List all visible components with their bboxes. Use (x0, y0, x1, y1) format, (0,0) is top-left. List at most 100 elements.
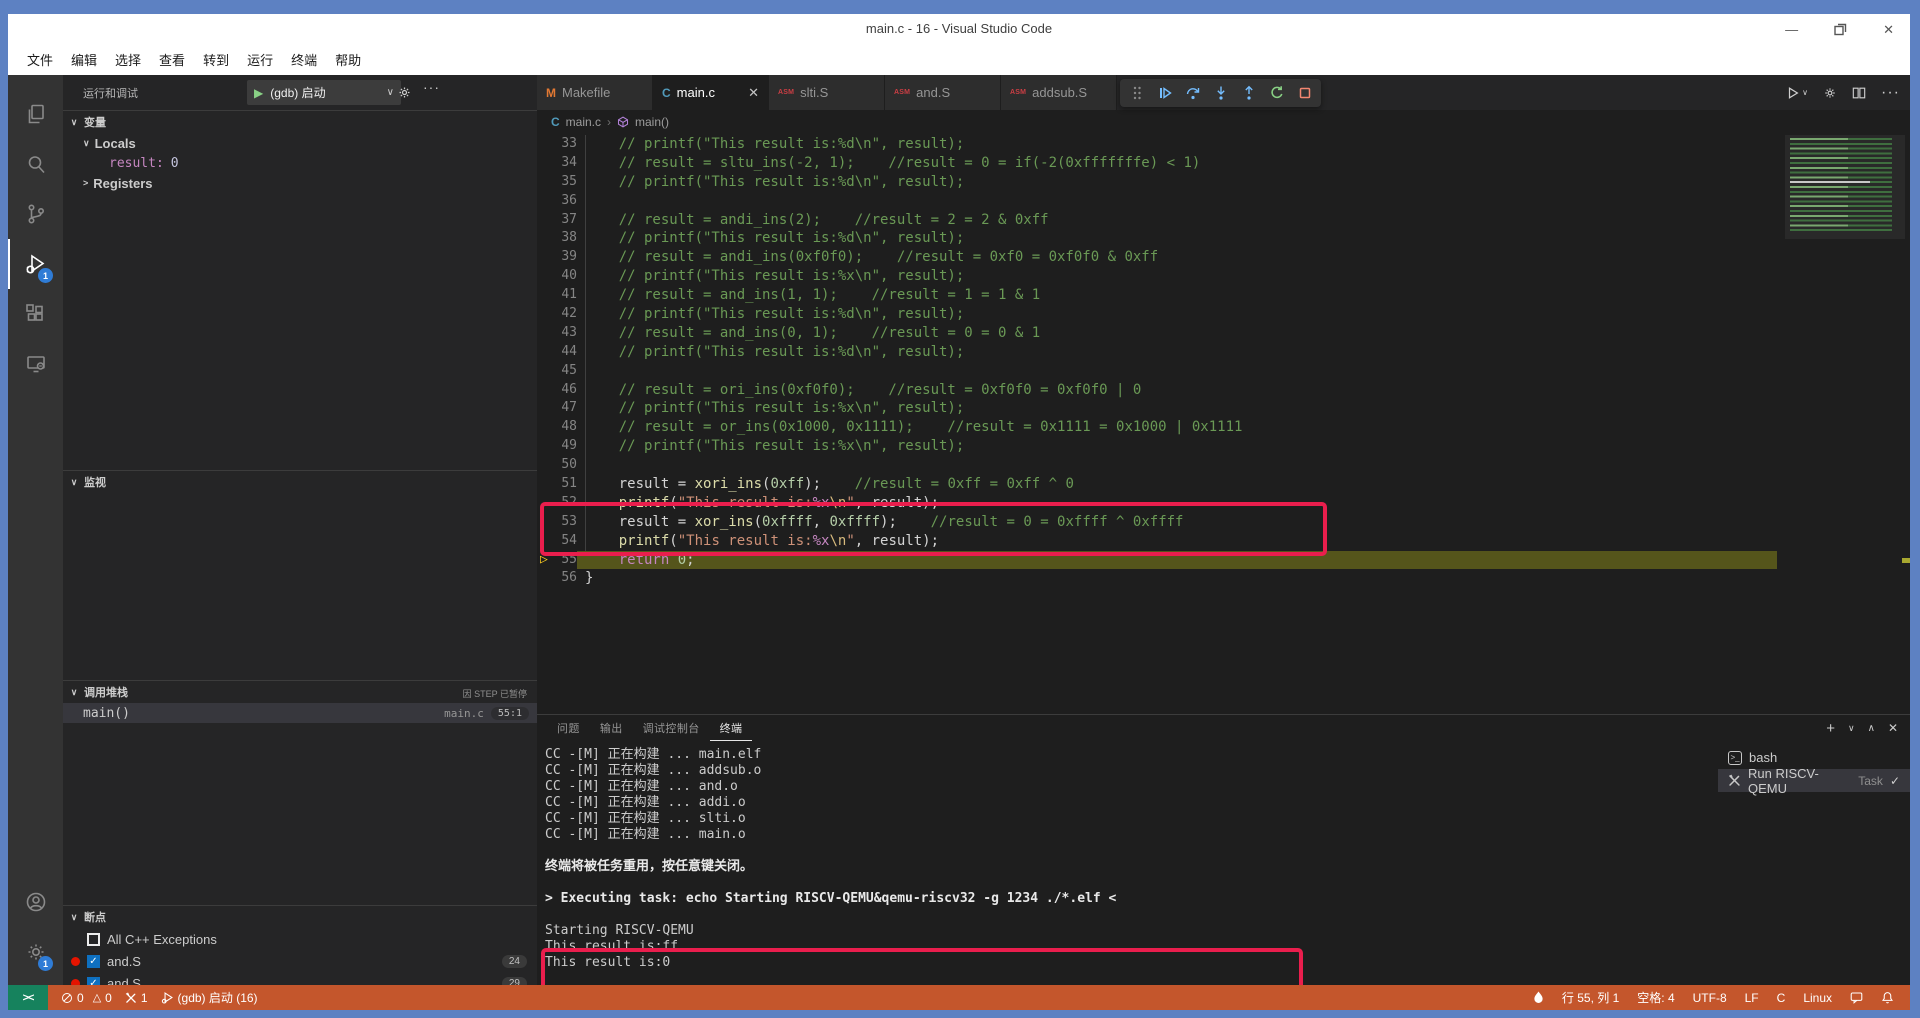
feedback-icon[interactable] (1850, 991, 1863, 1004)
minimize-button[interactable]: — (1785, 23, 1798, 36)
source-control-icon[interactable] (8, 189, 63, 239)
code-line-47[interactable]: 47 // printf("This result is:%x\n", resu… (537, 399, 1910, 418)
breakpoint-row[interactable]: ✓and.S24 (63, 950, 537, 972)
code-line-41[interactable]: 41 // result = and_ins(1, 1); //result =… (537, 286, 1910, 305)
run-and-debug-icon[interactable]: 1 (8, 239, 63, 289)
menu-item[interactable]: 查看 (150, 46, 194, 73)
breakpoint-row[interactable]: All C++ Exceptions (63, 928, 537, 950)
more-actions-icon[interactable]: ··· (1881, 84, 1900, 102)
close-panel-icon[interactable]: ✕ (1888, 721, 1898, 735)
editor-tab-addsub.S[interactable]: ASMaddsub.S (1001, 75, 1117, 110)
toolbar-grip-icon[interactable] (1124, 81, 1149, 106)
call-stack-header[interactable]: ∨ 调用堆栈 因 STEP 已暂停 (63, 680, 537, 703)
code-line-49[interactable]: 49 // printf("This result is:%x\n", resu… (537, 437, 1910, 456)
code-line-46[interactable]: 46 // result = ori_ins(0xf0f0); //result… (537, 381, 1910, 400)
settings-gear-icon[interactable]: 1 (8, 927, 63, 977)
close-button[interactable]: ✕ (1883, 23, 1894, 36)
code-line-56[interactable]: 56} (537, 569, 1910, 588)
problems-indicator[interactable]: 0 △ 0 (61, 991, 112, 1005)
code-editor[interactable]: 33 // printf("This result is:%d\n", resu… (537, 133, 1910, 714)
breadcrumb[interactable]: C main.c › main() (537, 110, 1910, 133)
breakpoints-header[interactable]: ∨ 断点 (63, 905, 537, 928)
split-editor-icon[interactable] (1852, 86, 1866, 100)
watch-header[interactable]: ∨ 监视 (63, 470, 537, 493)
editor-tab-slti.S[interactable]: ASMslti.S (769, 75, 885, 110)
more-actions-icon[interactable]: ··· (423, 79, 440, 95)
editor-tab-main.c[interactable]: Cmain.c✕ (653, 75, 769, 110)
extensions-icon[interactable] (8, 289, 63, 339)
code-line-33[interactable]: 33 // printf("This result is:%d\n", resu… (537, 135, 1910, 154)
step-out-icon[interactable] (1236, 81, 1261, 106)
step-into-icon[interactable] (1208, 81, 1233, 106)
code-line-48[interactable]: 48 // result = or_ins(0x1000, 0x1111); /… (537, 418, 1910, 437)
explorer-icon[interactable] (8, 89, 63, 139)
code-line-35[interactable]: 35 // printf("This result is:%d\n", resu… (537, 173, 1910, 192)
stop-icon[interactable] (1292, 81, 1317, 106)
notifications-bell-icon[interactable] (1881, 991, 1894, 1004)
editor-tab-and.S[interactable]: ASMand.S (885, 75, 1001, 110)
account-icon[interactable] (8, 877, 63, 927)
editor-tab-Makefile[interactable]: MMakefile (537, 75, 653, 110)
minimap[interactable] (1785, 135, 1905, 239)
search-icon[interactable] (8, 139, 63, 189)
breakpoint-row[interactable]: ✓and.S29 (63, 972, 537, 985)
cursor-position[interactable]: 行 55, 列 1 (1562, 989, 1619, 1006)
debug-settings-gear-icon[interactable] (397, 85, 412, 100)
code-line-45[interactable]: 45 (537, 362, 1910, 381)
new-terminal-icon[interactable]: + (1826, 720, 1835, 737)
close-tab-icon[interactable]: ✕ (748, 85, 759, 101)
menu-item[interactable]: 编辑 (62, 46, 106, 73)
menu-item[interactable]: 终端 (282, 46, 326, 73)
menu-item[interactable]: 转到 (194, 46, 238, 73)
code-line-36[interactable]: 36 (537, 192, 1910, 211)
menu-item[interactable]: 选择 (106, 46, 150, 73)
terminal-output[interactable]: CC -[M] 正在构建 ... main.elfCC -[M] 正在构建 ..… (537, 741, 1718, 985)
run-file-icon[interactable]: ∨ (1786, 86, 1808, 100)
eol[interactable]: LF (1745, 991, 1759, 1005)
continue-icon[interactable] (1152, 81, 1177, 106)
debug-config-dropdown[interactable]: ▶ (gdb) 启动 ∨ (247, 80, 401, 105)
breakpoint-checkbox[interactable]: ✓ (87, 955, 100, 968)
menu-item[interactable]: 帮助 (326, 46, 370, 73)
debug-session-indicator[interactable]: (gdb) 启动 (16) (161, 989, 258, 1006)
locals-node[interactable]: ∨ Locals (63, 133, 537, 153)
indentation[interactable]: 空格: 4 (1637, 989, 1674, 1006)
terminal-list-item[interactable]: Run RISCV-QEMUTask✓ (1718, 769, 1910, 792)
os-indicator[interactable]: Linux (1803, 991, 1832, 1005)
panel-tab-问题[interactable]: 问题 (547, 715, 590, 741)
panel-tab-输出[interactable]: 输出 (590, 715, 633, 741)
variables-header[interactable]: ∨ 变量 (63, 110, 537, 133)
restore-button[interactable] (1834, 23, 1847, 36)
breakpoint-checkbox[interactable]: ✓ (87, 977, 100, 986)
language-mode[interactable]: C (1777, 991, 1786, 1005)
flame-icon[interactable] (1533, 991, 1544, 1004)
menu-item[interactable]: 运行 (238, 46, 282, 73)
step-over-icon[interactable] (1180, 81, 1205, 106)
code-line-50[interactable]: 50 (537, 456, 1910, 475)
code-line-42[interactable]: 42 // printf("This result is:%d\n", resu… (537, 305, 1910, 324)
code-line-34[interactable]: 34 // result = sltu_ins(-2, 1); //result… (537, 154, 1910, 173)
breakpoint-checkbox[interactable] (87, 933, 100, 946)
code-line-37[interactable]: 37 // result = andi_ins(2); //result = 2… (537, 211, 1910, 230)
task-indicator[interactable]: 1 (125, 991, 148, 1005)
code-line-43[interactable]: 43 // result = and_ins(0, 1); //result =… (537, 324, 1910, 343)
encoding[interactable]: UTF-8 (1693, 991, 1727, 1005)
restart-icon[interactable] (1264, 81, 1289, 106)
code-line-51[interactable]: 51 result = xori_ins(0xff); //result = 0… (537, 475, 1910, 494)
remote-explorer-icon[interactable] (8, 339, 63, 389)
code-line-38[interactable]: 38 // printf("This result is:%d\n", resu… (537, 229, 1910, 248)
stack-frame-row[interactable]: main() main.c 55:1 (63, 703, 537, 723)
code-line-39[interactable]: 39 // result = andi_ins(0xf0f0); //resul… (537, 248, 1910, 267)
remote-indicator[interactable]: >< (8, 985, 48, 1010)
variable-row[interactable]: result: 0 (63, 153, 537, 173)
maximize-panel-icon[interactable]: ∧ (1868, 723, 1875, 734)
code-line-44[interactable]: 44 // printf("This result is:%d\n", resu… (537, 343, 1910, 362)
start-debug-icon[interactable]: ▶ (254, 86, 263, 100)
menu-item[interactable]: 文件 (18, 46, 62, 73)
registers-node[interactable]: > Registers (63, 173, 537, 193)
panel-tab-终端[interactable]: 终端 (710, 715, 753, 741)
code-line-40[interactable]: 40 // printf("This result is:%x\n", resu… (537, 267, 1910, 286)
terminal-dropdown-icon[interactable]: ∨ (1848, 723, 1855, 734)
panel-tab-调试控制台[interactable]: 调试控制台 (633, 715, 710, 741)
gear-icon[interactable] (1823, 86, 1837, 100)
